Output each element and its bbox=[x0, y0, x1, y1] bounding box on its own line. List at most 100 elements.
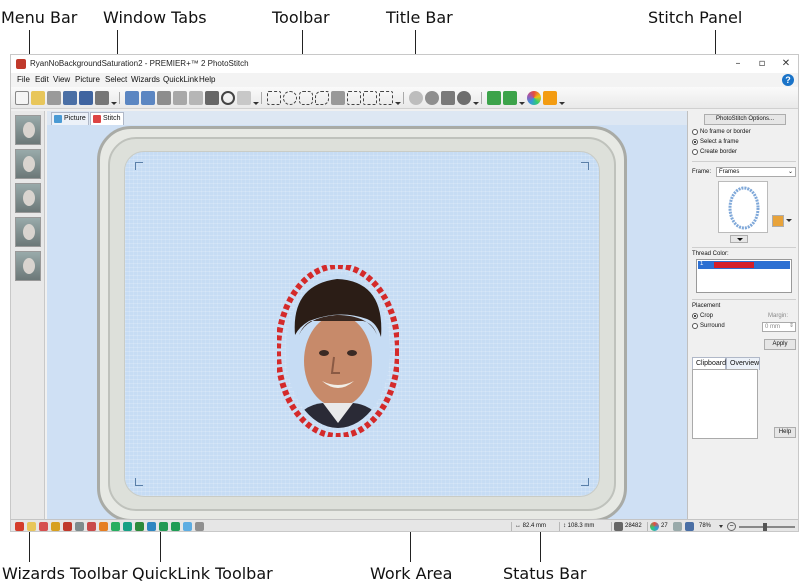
nav-dropdown-icon[interactable] bbox=[519, 102, 525, 105]
quicklink-app-icon[interactable] bbox=[183, 522, 192, 531]
quicklink-app-icon[interactable] bbox=[51, 522, 60, 531]
quicklink-app-icon[interactable] bbox=[75, 522, 84, 531]
intersect-select-icon[interactable] bbox=[379, 91, 393, 105]
quicklink-app-icon[interactable] bbox=[195, 522, 204, 531]
help-button[interactable]: Help bbox=[774, 427, 796, 438]
select-dropdown-icon[interactable] bbox=[395, 102, 401, 105]
quicklink-app-icon[interactable] bbox=[63, 522, 72, 531]
wizard-thumbnail[interactable] bbox=[15, 115, 41, 145]
magic-wand-icon[interactable] bbox=[331, 91, 345, 105]
callout-quicklink-toolbar: QuickLink Toolbar bbox=[132, 564, 273, 583]
quicklink-app-icon[interactable] bbox=[159, 522, 168, 531]
remove-select-icon[interactable] bbox=[363, 91, 377, 105]
wizard-thumbnail[interactable] bbox=[15, 251, 41, 281]
quicklink-app-icon[interactable] bbox=[39, 522, 48, 531]
menu-wizards[interactable]: Wizards bbox=[131, 75, 160, 84]
zoom-out-icon[interactable]: − bbox=[727, 522, 736, 531]
stitched-portrait[interactable] bbox=[277, 265, 399, 437]
delete-icon[interactable] bbox=[205, 91, 219, 105]
paste-icon[interactable] bbox=[189, 91, 203, 105]
contrast-icon[interactable] bbox=[425, 91, 439, 105]
tab-picture[interactable]: Picture bbox=[51, 112, 89, 125]
wizard-thumbnail[interactable] bbox=[15, 217, 41, 247]
flower-icon[interactable] bbox=[457, 91, 471, 105]
undo-icon[interactable] bbox=[125, 91, 139, 105]
radio-create-border[interactable] bbox=[692, 149, 698, 155]
menu-view[interactable]: View bbox=[53, 75, 70, 84]
copy-icon[interactable] bbox=[173, 91, 187, 105]
thread-color-row[interactable]: 1 bbox=[698, 261, 790, 269]
stitch-count-icon bbox=[614, 522, 623, 531]
title-bar[interactable]: RyanNoBackgroundSaturation2 - PREMIER+™ … bbox=[11, 55, 798, 73]
select-all-icon[interactable] bbox=[221, 91, 235, 105]
cut-icon[interactable] bbox=[157, 91, 171, 105]
print-icon[interactable] bbox=[95, 91, 109, 105]
wizard-thumbnail[interactable] bbox=[15, 149, 41, 179]
quicklink-app-icon[interactable] bbox=[87, 522, 96, 531]
panel-divider bbox=[692, 161, 796, 162]
polygon-select-icon[interactable] bbox=[299, 91, 313, 105]
open-folder-icon[interactable] bbox=[31, 91, 45, 105]
frame-expand-button[interactable] bbox=[730, 235, 748, 243]
anchor-icon[interactable] bbox=[441, 91, 455, 105]
save-icon[interactable] bbox=[63, 91, 77, 105]
zoom-slider-thumb[interactable] bbox=[763, 523, 767, 531]
quicklink-app-icon[interactable] bbox=[123, 522, 132, 531]
menu-file[interactable]: File bbox=[17, 75, 30, 84]
radio-crop[interactable] bbox=[692, 313, 698, 319]
tab-stitch[interactable]: Stitch bbox=[90, 112, 124, 125]
zoom-grid-icon[interactable] bbox=[685, 522, 694, 531]
zoom-slider[interactable] bbox=[739, 526, 795, 528]
quicklink-app-icon[interactable] bbox=[135, 522, 144, 531]
quicklink-app-icon[interactable] bbox=[147, 522, 156, 531]
wizard-icon[interactable] bbox=[15, 522, 24, 531]
redo-icon[interactable] bbox=[141, 91, 155, 105]
menu-select[interactable]: Select bbox=[105, 75, 127, 84]
frame-style-dropdown-icon[interactable] bbox=[786, 219, 792, 222]
print-dropdown-icon[interactable] bbox=[111, 102, 117, 105]
help-icon[interactable]: ? bbox=[782, 74, 794, 86]
color-wheel-icon[interactable] bbox=[527, 91, 541, 105]
quicklink-app-icon[interactable] bbox=[111, 522, 120, 531]
play-dropdown-icon[interactable] bbox=[559, 102, 565, 105]
box-select-icon[interactable] bbox=[267, 91, 281, 105]
minimize-button[interactable]: – bbox=[728, 57, 748, 71]
thread-color-list[interactable]: 1 bbox=[696, 259, 792, 293]
margin-spinner[interactable]: 0 mm ⇕ bbox=[762, 322, 796, 332]
zoom-fit-icon[interactable] bbox=[673, 522, 682, 531]
work-area[interactable] bbox=[47, 125, 687, 522]
frame-style-button[interactable] bbox=[772, 215, 784, 227]
effects-dropdown-icon[interactable] bbox=[473, 102, 479, 105]
quicklink-app-icon[interactable] bbox=[27, 522, 36, 531]
quicklink-app-icon[interactable] bbox=[171, 522, 180, 531]
frame-select[interactable]: Frames ⌄ bbox=[716, 167, 796, 177]
new-file-icon[interactable] bbox=[15, 91, 29, 105]
add-select-icon[interactable] bbox=[347, 91, 361, 105]
ellipse-select-icon[interactable] bbox=[283, 91, 297, 105]
restore-button[interactable]: ▫ bbox=[752, 57, 772, 71]
zoom-dropdown-icon[interactable] bbox=[719, 525, 723, 528]
menu-picture[interactable]: Picture bbox=[75, 75, 100, 84]
photostitch-options-button[interactable]: PhotoStitch Options... bbox=[704, 114, 786, 125]
brightness-icon[interactable] bbox=[409, 91, 423, 105]
next-icon[interactable] bbox=[503, 91, 517, 105]
radio-surround[interactable] bbox=[692, 323, 698, 329]
wizard-thumbnail[interactable] bbox=[15, 183, 41, 213]
previous-icon[interactable] bbox=[487, 91, 501, 105]
play-icon[interactable] bbox=[543, 91, 557, 105]
menu-quicklink[interactable]: QuickLink bbox=[163, 75, 198, 84]
camera-icon[interactable] bbox=[47, 91, 61, 105]
properties-icon[interactable] bbox=[237, 91, 251, 105]
stitch-canvas[interactable] bbox=[124, 151, 600, 497]
quicklink-app-icon[interactable] bbox=[99, 522, 108, 531]
edit-dropdown-icon[interactable] bbox=[253, 102, 259, 105]
menu-help[interactable]: Help bbox=[199, 75, 215, 84]
apply-button[interactable]: Apply bbox=[764, 339, 796, 350]
menu-edit[interactable]: Edit bbox=[35, 75, 49, 84]
save-as-icon[interactable] bbox=[79, 91, 93, 105]
radio-select-frame[interactable] bbox=[692, 139, 698, 145]
status-separator bbox=[559, 522, 560, 531]
radio-no-frame[interactable] bbox=[692, 129, 698, 135]
close-button[interactable]: ✕ bbox=[776, 57, 796, 71]
freehand-select-icon[interactable] bbox=[315, 91, 329, 105]
